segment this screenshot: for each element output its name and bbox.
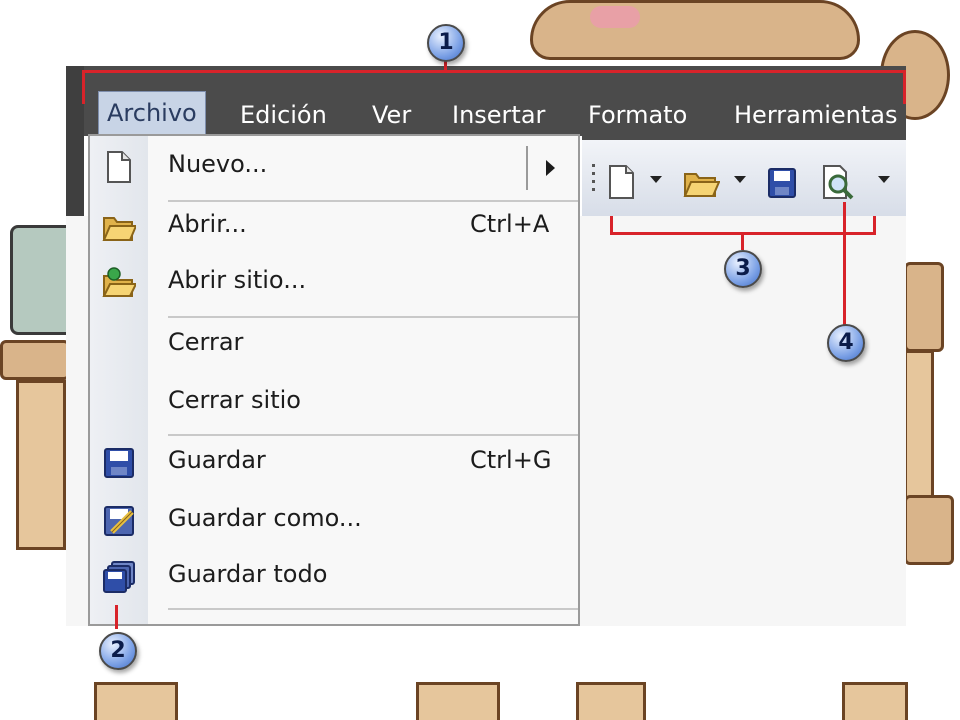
save-as-icon [104,506,134,536]
preview-icon [823,165,854,200]
callout-1-bracket [82,70,906,73]
menu-formato[interactable]: Formato [580,96,695,134]
open-folder-icon [683,173,721,197]
menu-item-abrir-sitio[interactable]: Abrir sitio... [90,256,578,312]
menu-item-label: Guardar todo [168,560,328,588]
decor-desk [0,340,70,380]
callout-1: 1 [427,24,465,62]
open-site-icon [102,267,136,297]
standard-toolbar [582,136,906,216]
new-document-icon [609,165,634,199]
menu-item-label: Cerrar [168,328,244,356]
menu-bar: Archivo Edición Ver Insertar Formato Her… [66,66,906,136]
callout-2: 2 [99,632,137,670]
save-icon [768,168,796,198]
toolbar-body [582,140,906,216]
menu-item-shortcut: Ctrl+G [470,446,552,474]
toolbar-preview-button[interactable] [818,162,858,202]
callout-4: 4 [827,324,865,362]
menu-item-shortcut: Ctrl+A [470,210,550,238]
decor-chair-seat [904,495,954,565]
open-folder-icon [102,217,136,241]
app-window: Archivo Edición Ver Insertar Formato Her… [66,66,906,626]
menu-archivo[interactable]: Archivo [98,91,206,135]
decor-post-4 [842,682,908,720]
menu-item-label: Abrir... [168,210,247,238]
toolbar-grip-dot [592,188,595,191]
callout-3: 3 [724,250,762,288]
menu-item-cerrar[interactable]: Cerrar [90,318,578,374]
menu-item-cerrar-sitio[interactable]: Cerrar sitio [90,376,578,432]
callout-1-bracket-left [82,70,85,104]
menu-herramientas[interactable]: Herramientas [726,96,905,134]
menu-ver[interactable]: Ver [364,96,419,134]
menu-item-label: Abrir sitio... [168,266,307,294]
submenu-arrow-icon[interactable] [546,160,555,176]
decor-chair-back [904,262,944,352]
menu-insertar[interactable]: Insertar [444,96,553,134]
preview-dropdown-arrow[interactable] [878,176,890,183]
callout-1-bracket-right [903,70,906,104]
callout-3-bracket-right [873,216,876,235]
decor-cloud-pink [590,6,640,28]
menu-item-guardar-como[interactable]: Guardar como... [90,494,578,550]
callout-2-stem [115,605,118,629]
submenu-divider [526,146,528,190]
menu-separator [168,608,578,610]
callout-3-bracket-left [610,216,613,235]
decor-cloud [530,0,860,60]
save-icon [104,448,134,478]
menu-item-label: Nuevo... [168,150,268,178]
menu-item-guardar[interactable]: Guardar Ctrl+G [90,436,578,492]
toolbar-grip-dot [592,180,595,183]
decor-post-1 [94,682,178,720]
callout-4-stem [843,202,846,326]
new-document-icon [107,151,131,183]
decor-post-2 [416,682,500,720]
open-dropdown-arrow[interactable] [734,176,746,183]
menu-item-nuevo[interactable]: Nuevo... [90,140,578,196]
decor-desk-leg [16,380,66,550]
toolbar-open-button[interactable] [682,162,721,202]
toolbar-grip-dot [592,172,595,175]
new-dropdown-arrow[interactable] [650,176,662,183]
menu-item-label: Guardar [168,446,266,474]
menu-item-guardar-todo[interactable]: Guardar todo [90,550,578,606]
menu-item-label: Guardar como... [168,504,362,532]
file-menu-dropdown: Nuevo... Abrir... Ctrl+A Abrir sitio... … [88,134,580,626]
callout-3-stem [741,232,744,250]
menu-edicion[interactable]: Edición [232,96,335,134]
decor-post-3 [576,682,646,720]
toolbar-new-button[interactable] [606,162,636,202]
toolbar-grip[interactable] [592,164,595,167]
menu-item-label: Cerrar sitio [168,386,301,414]
decor-chair-leg [904,350,934,500]
decor-book-stack [10,225,70,335]
menu-item-abrir[interactable]: Abrir... Ctrl+A [90,200,578,256]
save-all-icon [103,561,135,593]
toolbar-save-button[interactable] [766,162,798,202]
